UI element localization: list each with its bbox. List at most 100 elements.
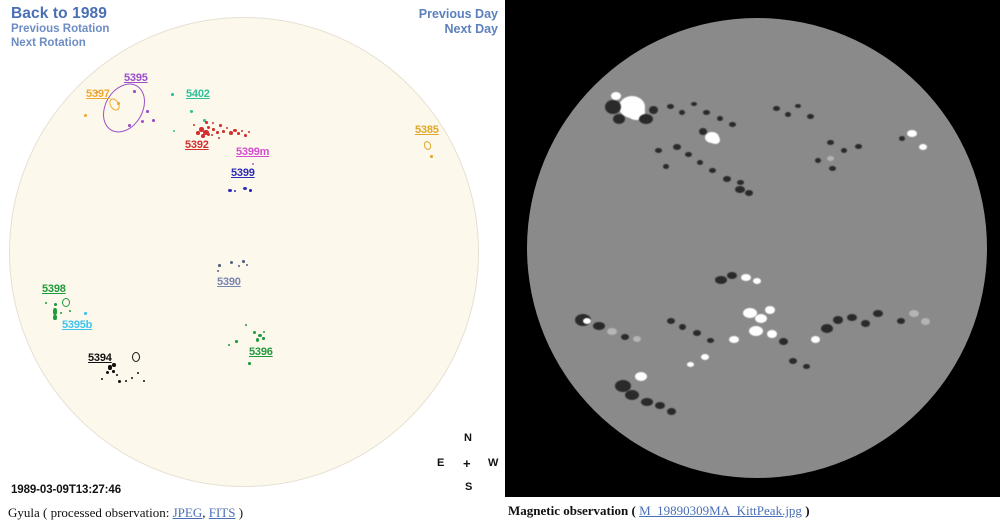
sunspot-mark <box>256 338 259 342</box>
group-label-5398[interactable]: 5398 <box>42 283 66 295</box>
sunspot-mark <box>430 155 433 158</box>
sunspot-mark <box>233 129 237 132</box>
day-navigation: Previous Day Next Day <box>419 7 498 37</box>
magnetogram-image[interactable] <box>505 0 1000 497</box>
back-to-year-link[interactable]: Back to 1989 <box>11 4 109 23</box>
magnetic-flux-region <box>703 110 710 115</box>
magnetic-flux-region <box>641 398 653 406</box>
previous-day-link[interactable]: Previous Day <box>419 7 498 22</box>
sunspot-mark <box>171 93 174 96</box>
magnetic-flux-region <box>583 318 591 324</box>
magnetic-flux-region <box>679 110 685 115</box>
magnetic-flux-region <box>715 276 727 284</box>
compass-west-label: W <box>488 457 499 469</box>
sunspot-mark <box>196 131 200 135</box>
sunspot-mark <box>106 371 109 374</box>
caption-prefix-text: Gyula ( processed observation: <box>8 505 170 520</box>
sunspot-mark <box>69 310 71 312</box>
sunspot-mark <box>146 110 149 113</box>
magnetic-flux-region <box>649 106 658 114</box>
next-day-link[interactable]: Next Day <box>419 22 499 37</box>
magnetic-flux-region <box>755 314 767 323</box>
magnetic-flux-region <box>693 330 701 336</box>
magnetic-flux-region <box>811 336 820 343</box>
magnetic-flux-region <box>723 176 731 182</box>
magnetic-flux-region <box>815 158 821 163</box>
magnetic-flux-region <box>847 314 857 321</box>
magnetic-flux-region <box>767 330 777 338</box>
fits-download-link[interactable]: FITS <box>209 505 236 520</box>
sunspot-mark <box>229 131 233 135</box>
sunspot-mark <box>118 380 121 383</box>
sunspot-mark <box>228 344 230 346</box>
magnetic-flux-region <box>611 92 621 100</box>
group-label-5395b[interactable]: 5395b <box>62 319 92 331</box>
magnetic-flux-region <box>727 272 737 279</box>
sunspot-mark <box>212 128 215 131</box>
sunspot-mark <box>143 380 145 382</box>
group-label-5397[interactable]: 5397 <box>86 88 110 100</box>
sunspot-mark <box>218 137 220 139</box>
sunspot-mark <box>238 265 240 267</box>
group-label-5402[interactable]: 5402 <box>186 88 210 100</box>
previous-rotation-link[interactable]: Previous Rotation <box>11 23 109 37</box>
sunspot-mark <box>84 114 87 117</box>
sunspot-mark <box>217 270 219 272</box>
magnetic-flux-region <box>709 168 716 173</box>
group-label-5385[interactable]: 5385 <box>415 124 439 136</box>
magnetic-flux-region <box>679 324 686 330</box>
sunspot-mark <box>131 377 133 379</box>
magnetic-flux-region <box>785 112 791 117</box>
sunspot-mark <box>207 133 210 136</box>
next-rotation-link[interactable]: Next Rotation <box>11 37 109 51</box>
sunspot-mark <box>190 110 193 113</box>
sunspot-mark <box>84 312 87 315</box>
white-light-drawing-panel: Back to 1989 Previous Rotation Next Rota… <box>0 0 502 523</box>
group-label-5395[interactable]: 5395 <box>124 72 148 84</box>
sunspot-mark <box>234 190 236 192</box>
magnetic-flux-region <box>607 328 617 335</box>
compass-north-label: N <box>464 432 472 444</box>
group-label-5399m[interactable]: 5399m <box>236 146 269 158</box>
group-label-5392[interactable]: 5392 <box>185 139 209 151</box>
magnetic-flux-region <box>697 160 703 165</box>
group-label-5399[interactable]: 5399 <box>231 167 255 179</box>
magnetic-flux-region <box>737 180 744 185</box>
sunspot-mark <box>241 130 243 132</box>
sunspot-mark <box>128 124 131 127</box>
magnetic-flux-region <box>795 104 801 108</box>
magnetogram-image-link[interactable]: M_19890309MA_KittPeak.jpg <box>639 503 802 518</box>
magnetic-flux-region <box>919 144 927 150</box>
magnetic-flux-region <box>625 390 639 400</box>
sunspot-mark <box>253 331 256 334</box>
sunspot-mark <box>230 261 233 264</box>
magnetic-flux-region <box>907 130 917 137</box>
group-label-5394[interactable]: 5394 <box>88 352 112 364</box>
magnetic-flux-region <box>691 102 697 106</box>
sunspot-mark <box>207 126 210 129</box>
sunspot-mark <box>249 189 252 192</box>
magnetic-flux-region <box>635 372 647 381</box>
magnetic-flux-region <box>685 152 692 157</box>
sunspot-mark <box>45 302 47 304</box>
sunspot-mark <box>133 90 136 93</box>
magnetic-flux-region <box>803 364 810 369</box>
sunspot-mark <box>193 124 195 126</box>
magnetic-flux-region <box>745 190 753 196</box>
sunspot-mark <box>228 189 232 192</box>
sunspot-mark <box>60 312 62 314</box>
group-label-5390[interactable]: 5390 <box>217 276 241 288</box>
group-label-5396[interactable]: 5396 <box>249 346 273 358</box>
sunspot-mark <box>262 337 265 340</box>
sunspot-mark <box>205 121 208 124</box>
magnetic-flux-region <box>765 306 775 314</box>
magnetic-flux-region <box>613 114 625 124</box>
magnetogram-caption-prefix: Magnetic observation ( <box>508 503 636 518</box>
magnetic-flux-region <box>667 318 675 324</box>
jpeg-download-link[interactable]: JPEG <box>173 505 203 520</box>
sunspot-mark <box>235 340 238 343</box>
magnetic-flux-region <box>833 316 843 324</box>
sunspot-mark <box>54 303 57 306</box>
sunspot-mark <box>216 131 219 134</box>
sunspot-mark <box>258 334 262 337</box>
